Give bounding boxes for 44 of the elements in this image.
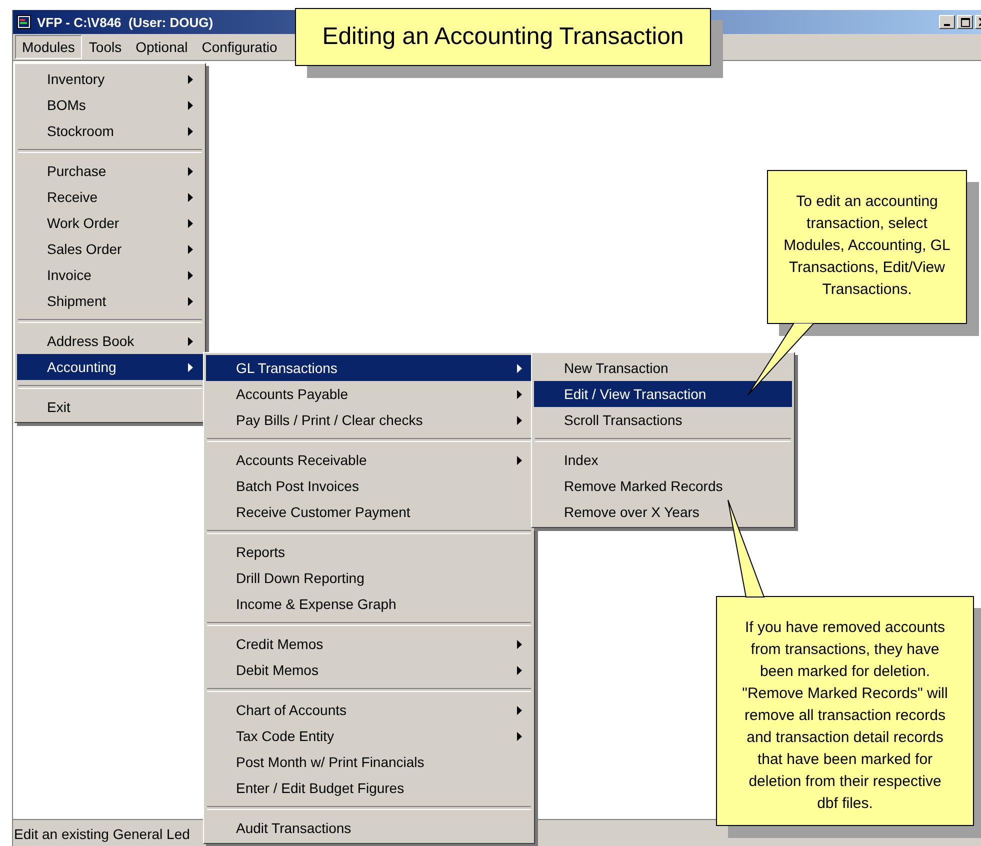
- menu-item[interactable]: Invoice: [17, 262, 203, 288]
- menu-bar-item[interactable]: Tools: [82, 35, 129, 59]
- menu-item[interactable]: Drill Down Reporting: [206, 565, 532, 591]
- menu-item[interactable]: Receive Customer Payment: [206, 499, 532, 525]
- menu-item[interactable]: Accounts Payable: [206, 381, 532, 407]
- menu-item[interactable]: Exit: [17, 394, 203, 420]
- menu-item[interactable]: Scroll Transactions: [534, 407, 792, 433]
- status-text: Edit an existing General Led: [14, 826, 190, 842]
- menu-item[interactable]: Remove Marked Records: [534, 473, 792, 499]
- menu-item[interactable]: Enter / Edit Budget Figures: [206, 775, 532, 801]
- minimize-button[interactable]: [939, 15, 955, 29]
- menu-bar-item[interactable]: Optional: [128, 35, 195, 59]
- menu-item[interactable]: Stockroom: [17, 118, 203, 144]
- app-icon: [17, 15, 31, 29]
- menu-item[interactable]: Address Book: [17, 328, 203, 354]
- menu-item[interactable]: Purchase: [17, 158, 203, 184]
- menu-item[interactable]: Pay Bills / Print / Clear checks: [206, 407, 532, 433]
- menu-item[interactable]: Post Month w/ Print Financials: [206, 749, 532, 775]
- menu-item[interactable]: Accounting: [17, 354, 203, 380]
- menu-item[interactable]: Remove over X Years: [534, 499, 792, 525]
- menu-item[interactable]: Inventory: [17, 66, 203, 92]
- menu-bar-item[interactable]: Configuratio: [194, 35, 284, 59]
- menu-item[interactable]: Accounts Receivable: [206, 447, 532, 473]
- menu-item[interactable]: Work Order: [17, 210, 203, 236]
- menu-bar-item[interactable]: Modules: [15, 35, 82, 59]
- menu-item[interactable]: Index: [534, 447, 792, 473]
- menu-item[interactable]: Income & Expense Graph: [206, 591, 532, 617]
- menu-item[interactable]: GL Transactions: [206, 355, 532, 381]
- menu-item[interactable]: Audit Transactions: [206, 815, 532, 841]
- menu-item[interactable]: Debit Memos: [206, 657, 532, 683]
- menu-item[interactable]: Sales Order: [17, 236, 203, 262]
- maximize-button[interactable]: [957, 15, 973, 29]
- menu-item[interactable]: Batch Post Invoices: [206, 473, 532, 499]
- menu-item[interactable]: BOMs: [17, 92, 203, 118]
- menu-item[interactable]: Shipment: [17, 288, 203, 314]
- menu-item[interactable]: Tax Code Entity: [206, 723, 532, 749]
- menu-item[interactable]: Chart of Accounts: [206, 697, 532, 723]
- window-title: VFP - C:\V846 (User: DOUG): [37, 14, 214, 30]
- menu-item[interactable]: Credit Memos: [206, 631, 532, 657]
- menu-item[interactable]: Receive: [17, 184, 203, 210]
- menu-item[interactable]: Reports: [206, 539, 532, 565]
- menu-item[interactable]: New Transaction: [534, 355, 792, 381]
- menu-item[interactable]: Edit / View Transaction: [534, 381, 792, 407]
- maximize-icon: [960, 18, 970, 26]
